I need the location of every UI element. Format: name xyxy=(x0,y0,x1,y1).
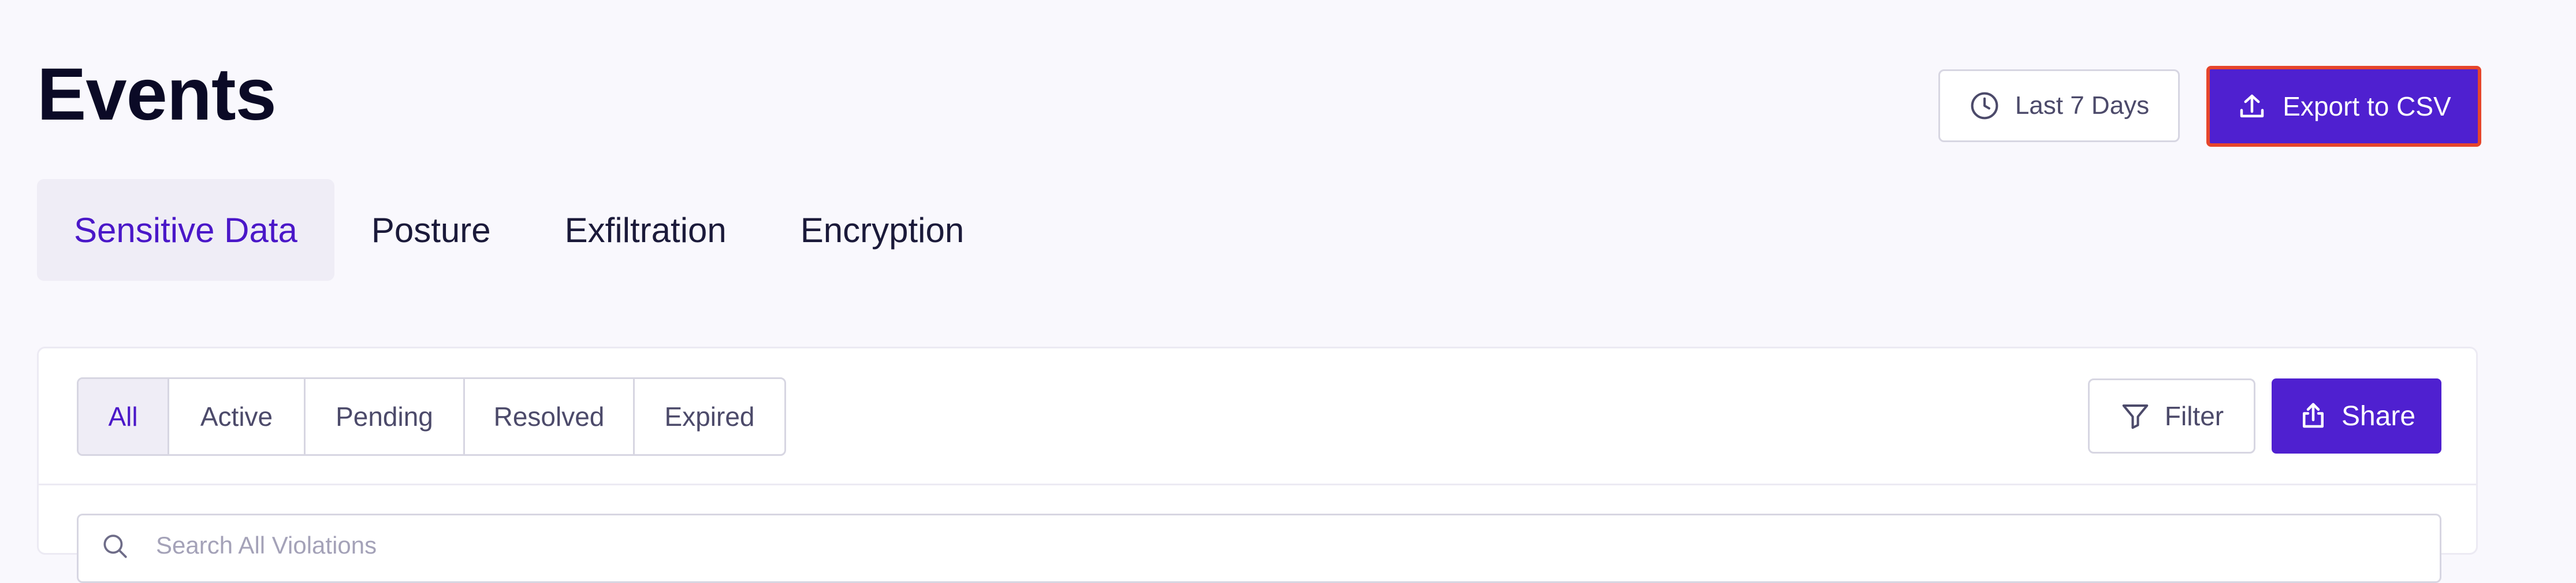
filter-button[interactable]: Filter xyxy=(2088,378,2255,454)
upload-icon xyxy=(2236,91,2268,122)
tab-sensitive-data[interactable]: Sensitive Data xyxy=(37,179,334,281)
date-range-label: Last 7 Days xyxy=(2015,91,2150,120)
share-icon xyxy=(2298,400,2329,432)
share-button[interactable]: Share xyxy=(2272,378,2441,454)
status-filter: All Active Pending Resolved Expired xyxy=(77,377,786,456)
clock-icon xyxy=(1969,90,2000,121)
tab-encryption[interactable]: Encryption xyxy=(764,179,1001,281)
panel-divider xyxy=(39,484,2476,485)
filter-label: Filter xyxy=(2164,401,2224,431)
search-icon xyxy=(100,532,129,560)
category-tabs: Sensitive Data Posture Exfiltration Encr… xyxy=(37,179,1001,281)
date-range-button[interactable]: Last 7 Days xyxy=(1938,69,2180,142)
export-csv-label: Export to CSV xyxy=(2283,91,2451,121)
export-csv-button[interactable]: Export to CSV xyxy=(2206,66,2481,147)
status-option-all[interactable]: All xyxy=(79,379,167,454)
funnel-icon xyxy=(2120,400,2151,432)
status-option-pending[interactable]: Pending xyxy=(304,379,463,454)
search-input[interactable] xyxy=(156,528,1196,563)
status-option-resolved[interactable]: Resolved xyxy=(463,379,633,454)
share-label: Share xyxy=(2341,400,2416,432)
search-box[interactable] xyxy=(77,514,2441,583)
events-panel: All Active Pending Resolved Expired Filt… xyxy=(37,347,2478,583)
status-option-active[interactable]: Active xyxy=(167,379,304,454)
page-title: Events xyxy=(37,53,277,136)
tab-posture[interactable]: Posture xyxy=(334,179,528,281)
tab-exfiltration[interactable]: Exfiltration xyxy=(528,179,764,281)
status-option-expired[interactable]: Expired xyxy=(633,379,784,454)
